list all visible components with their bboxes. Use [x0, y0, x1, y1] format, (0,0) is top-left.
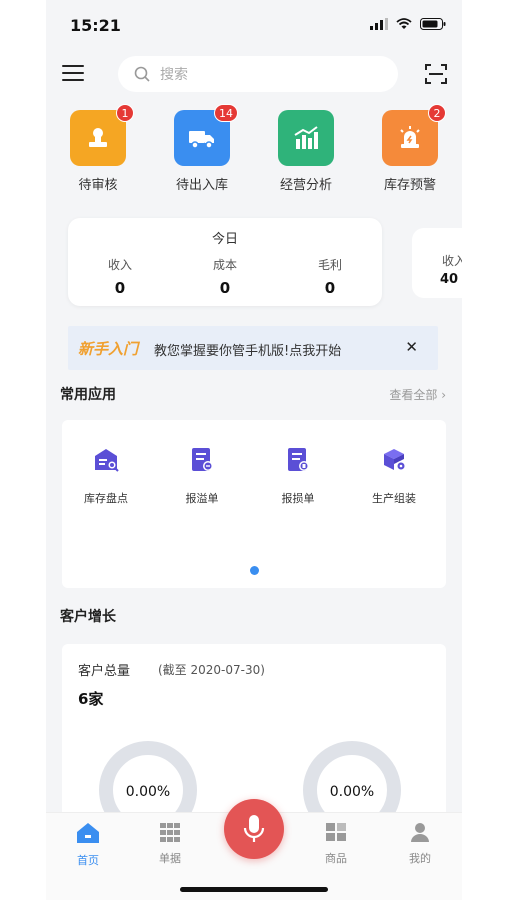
quick-action-label: 库存预警 — [383, 178, 436, 193]
inventory-check-icon — [95, 449, 119, 472]
view-all-link[interactable]: 查看全部 › — [389, 386, 446, 403]
tab-documents-label: 单据 — [159, 852, 181, 865]
alarm-icon: 2 — [382, 104, 446, 166]
tab-me[interactable]: 我的 — [390, 821, 450, 866]
app-label: 生产组装 — [372, 492, 416, 505]
stamp-icon: 1 — [70, 104, 134, 166]
quick-action-business-analysis[interactable]: 经营分析 — [266, 108, 346, 193]
phone-screen: 15:21 搜索 1 待审核 14 待出入库 经营分析 2 库存预警 今日 收入… — [46, 0, 462, 900]
user-icon — [411, 823, 429, 842]
tab-home[interactable]: 首页 — [58, 821, 118, 868]
customer-total-value: 6家 — [78, 690, 104, 708]
banner-tag: 新手入门 — [78, 340, 139, 358]
income-value: 0 — [114, 279, 126, 297]
documents-icon — [160, 823, 180, 842]
quick-action-label: 经营分析 — [279, 178, 332, 193]
tab-products[interactable]: 商品 — [306, 821, 366, 866]
search-input[interactable]: 搜索 — [118, 56, 398, 92]
tab-documents[interactable]: 单据 — [140, 821, 200, 866]
battery-icon — [420, 18, 446, 30]
status-bar: 15:21 — [46, 0, 462, 48]
close-icon[interactable]: ✕ — [405, 338, 418, 356]
income-label: 收入 — [107, 258, 132, 272]
today-summary-card[interactable]: 今日 收入 0 成本 0 毛利 0 — [68, 218, 382, 306]
app-inventory-check[interactable]: 库存盘点 — [70, 446, 142, 506]
common-apps-title: 常用应用 — [60, 387, 116, 403]
next-card-label: 收入 — [442, 254, 462, 268]
profit-value: 0 — [324, 279, 336, 297]
common-apps-panel: 库存盘点 报溢单 报损单 生产组装 — [62, 420, 446, 588]
app-label: 报损单 — [281, 492, 315, 505]
home-indicator — [180, 887, 328, 892]
loss-report-icon — [288, 448, 309, 471]
status-icons — [370, 18, 446, 30]
badge: 1 — [116, 104, 134, 122]
cost-value: 0 — [219, 279, 231, 297]
ring-1-value: 0.00% — [125, 784, 171, 800]
ring-2-value: 0.00% — [329, 784, 375, 800]
page-indicator-dot[interactable] — [250, 566, 259, 575]
status-time: 15:21 — [70, 16, 121, 35]
top-bar: 搜索 — [46, 48, 462, 100]
wifi-icon — [396, 18, 412, 29]
income-stat: 收入 0 — [68, 256, 172, 297]
voice-button[interactable] — [224, 799, 284, 859]
quick-action-label: 待出入库 — [175, 178, 228, 193]
banner-text: 教您掌握要你管手机版!点我开始 — [154, 344, 342, 359]
quick-action-stock-alert[interactable]: 2 库存预警 — [370, 104, 450, 193]
microphone-icon — [243, 815, 265, 842]
cost-label: 成本 — [212, 258, 237, 272]
app-overflow-report[interactable]: 报溢单 — [166, 446, 238, 506]
home-icon — [77, 823, 99, 843]
customer-growth-title: 客户增长 — [60, 609, 116, 625]
profit-stat: 毛利 0 — [278, 256, 382, 297]
profit-label: 毛利 — [317, 258, 342, 272]
tab-home-label: 首页 — [77, 854, 99, 867]
next-card-value: 40 — [440, 272, 459, 287]
truck-icon: 14 — [174, 104, 238, 166]
app-label: 库存盘点 — [84, 492, 128, 505]
assembly-icon — [384, 449, 406, 471]
quick-action-pending-review[interactable]: 1 待审核 — [58, 104, 138, 193]
menu-icon[interactable] — [62, 65, 84, 81]
customer-total-date: (截至 2020-07-30) — [158, 663, 265, 677]
app-loss-report[interactable]: 报损单 — [262, 446, 334, 506]
today-title: 今日 — [211, 232, 238, 247]
tab-me-label: 我的 — [409, 852, 431, 865]
tab-bar: 首页 单据 商品 我的 — [46, 799, 462, 900]
customer-total-label: 客户总量 — [78, 664, 131, 679]
badge: 2 — [428, 104, 446, 122]
search-placeholder: 搜索 — [160, 67, 188, 83]
badge: 14 — [214, 104, 238, 122]
app-assembly[interactable]: 生产组装 — [358, 446, 430, 506]
bar-chart-icon — [278, 110, 334, 166]
app-label: 报溢单 — [185, 492, 219, 505]
scan-icon[interactable] — [424, 62, 448, 86]
quick-action-label: 待审核 — [78, 178, 118, 193]
cost-stat: 成本 0 — [173, 256, 277, 297]
search-icon — [134, 66, 150, 82]
quick-actions: 1 待审核 14 待出入库 经营分析 2 库存预警 — [46, 104, 462, 200]
quick-action-pending-stock[interactable]: 14 待出入库 — [162, 104, 242, 193]
overflow-report-icon — [192, 448, 213, 471]
signal-icon — [370, 18, 388, 30]
onboarding-banner[interactable]: 新手入门 教您掌握要你管手机版!点我开始 ✕ — [68, 326, 438, 370]
next-summary-card[interactable]: 收入 40 — [412, 228, 462, 298]
products-icon — [326, 823, 346, 841]
tab-products-label: 商品 — [325, 852, 347, 865]
